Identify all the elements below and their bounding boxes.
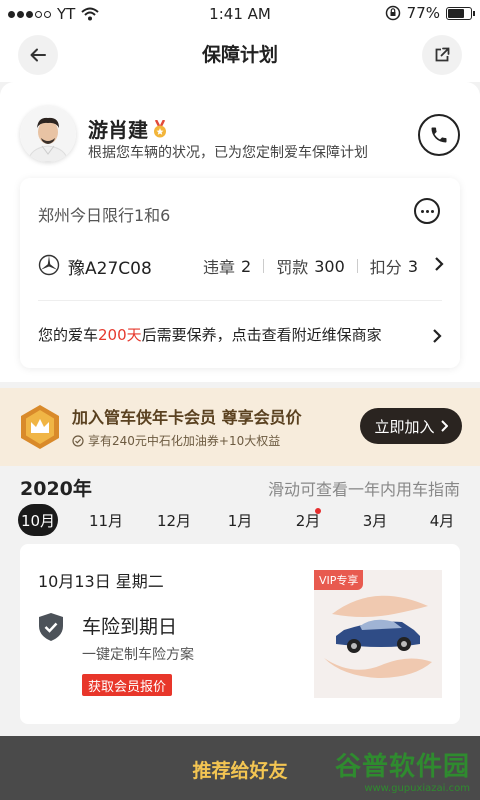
page-title: 保障计划 bbox=[201, 44, 278, 66]
join-now-label: 立即加入 bbox=[374, 417, 435, 436]
more-dot bbox=[420, 209, 424, 213]
share-icon bbox=[435, 47, 450, 62]
event-subtitle: 一键定制车险方案 bbox=[82, 647, 194, 663]
membership-subtitle: 享有240元中石化加油券+10大权益 bbox=[88, 434, 281, 448]
battery-percent: 77% bbox=[406, 4, 440, 22]
card-divider bbox=[38, 300, 442, 301]
chevron-right-icon bbox=[435, 257, 444, 271]
user-name: 游肖建 bbox=[88, 118, 148, 142]
maintenance-notice[interactable]: 您的爱车200天后需要保养，点击查看附近维保商家 bbox=[38, 324, 382, 345]
violations-count: 2 bbox=[241, 256, 252, 276]
month-selector: 10月 11月 12月 1月 2月 3月 4月 bbox=[18, 504, 462, 536]
more-button[interactable] bbox=[414, 198, 440, 224]
event-date: 10月13日 星期二 bbox=[38, 572, 164, 591]
maintenance-days: 200天 bbox=[98, 326, 142, 344]
divider bbox=[263, 259, 265, 273]
call-button[interactable] bbox=[418, 114, 460, 156]
points-label: 扣分 bbox=[369, 258, 402, 277]
chevron-right-icon bbox=[440, 420, 448, 432]
year-label: 2020年 bbox=[20, 478, 92, 500]
share-button[interactable] bbox=[422, 35, 462, 75]
month-tab-4[interactable]: 4月 bbox=[422, 504, 462, 536]
points-count: 3 bbox=[407, 256, 418, 276]
watermark: 谷普软件园 www.gupuxiazai.com bbox=[335, 746, 470, 794]
vehicle-row[interactable]: 豫A27C08 违章 2 罚款 300 扣分 3 bbox=[38, 250, 444, 279]
medal-icon bbox=[154, 119, 166, 137]
battery-icon bbox=[446, 6, 475, 20]
month-tab-12[interactable]: 12月 bbox=[154, 504, 194, 536]
watermark-text: 谷普软件园 bbox=[334, 752, 470, 782]
user-photo-icon bbox=[20, 106, 76, 162]
user-name-row: 游肖建 bbox=[88, 114, 168, 143]
vehicle-card: 郑州今日限行1和6 豫A27C08 违章 2 罚款 300 扣分 3 您的爱车2… bbox=[20, 178, 460, 368]
month-tab-2[interactable]: 2月 bbox=[288, 504, 328, 536]
status-bar: YT 1:41 AM 77% bbox=[0, 0, 480, 28]
maintenance-pre: 您的爱车 bbox=[38, 326, 99, 344]
swipe-hint: 滑动可查看一年内用车指南 bbox=[267, 480, 460, 499]
get-quote-button[interactable]: 获取会员报价 bbox=[82, 674, 173, 696]
watermark-url: www.gupuxiazai.com bbox=[364, 783, 470, 794]
month-tab-3[interactable]: 3月 bbox=[355, 504, 395, 536]
profile-panel: 游肖建 根据您车辆的状况，已为您定制爱车保障计划 郑州今日限行1和6 豫A27C… bbox=[0, 82, 480, 382]
license-plate: 豫A27C08 bbox=[68, 259, 152, 279]
membership-banner[interactable]: 加入管车侠年卡会员 尊享会员价 享有240元中石化加油券+10大权益 立即加入 bbox=[0, 388, 480, 466]
mercedes-logo-icon bbox=[38, 254, 60, 276]
maintenance-post: 后需要保养，点击查看附近维保商家 bbox=[141, 326, 382, 344]
crown-badge-icon bbox=[21, 405, 59, 449]
check-circle-icon bbox=[72, 434, 84, 447]
violations-label: 违章 bbox=[203, 258, 236, 277]
nav-bar: 保障计划 bbox=[0, 28, 480, 82]
month-tab-10[interactable]: 10月 bbox=[18, 504, 58, 536]
recommend-bar[interactable]: 推荐给好友 谷普软件园 www.gupuxiazai.com bbox=[0, 736, 480, 800]
event-dot bbox=[315, 508, 321, 514]
membership-subtitle-row: 享有240元中石化加油券+10大权益 bbox=[72, 432, 280, 449]
status-right: 77% bbox=[385, 4, 475, 22]
traffic-restriction: 郑州今日限行1和6 bbox=[38, 206, 171, 225]
event-title: 车险到期日 bbox=[82, 616, 178, 638]
month-tab-11[interactable]: 11月 bbox=[86, 504, 126, 536]
avatar[interactable] bbox=[20, 106, 76, 162]
battery-fill bbox=[448, 8, 465, 18]
more-dot bbox=[425, 209, 429, 213]
vip-tag: VIP专享 bbox=[314, 570, 364, 590]
shield-check-icon bbox=[39, 613, 63, 641]
chevron-right-icon bbox=[433, 329, 442, 343]
divider bbox=[356, 259, 358, 273]
membership-title: 加入管车侠年卡会员 尊享会员价 bbox=[72, 408, 302, 427]
fine-amount: 300 bbox=[314, 256, 345, 276]
more-dot bbox=[430, 209, 434, 213]
phone-icon bbox=[431, 127, 447, 143]
vehicle-stats: 违章 2 罚款 300 扣分 3 bbox=[203, 254, 418, 278]
profile-subtitle: 根据您车辆的状况，已为您定制爱车保障计划 bbox=[88, 145, 368, 161]
fine-label: 罚款 bbox=[276, 258, 309, 277]
month-tab-1[interactable]: 1月 bbox=[220, 504, 260, 536]
rotation-lock-icon bbox=[385, 5, 400, 21]
insurance-image: VIP专享 bbox=[314, 570, 442, 698]
join-now-button[interactable]: 立即加入 bbox=[360, 408, 462, 444]
event-card[interactable]: 10月13日 星期二 车险到期日 一键定制车险方案 获取会员报价 VIP专享 bbox=[20, 544, 460, 724]
